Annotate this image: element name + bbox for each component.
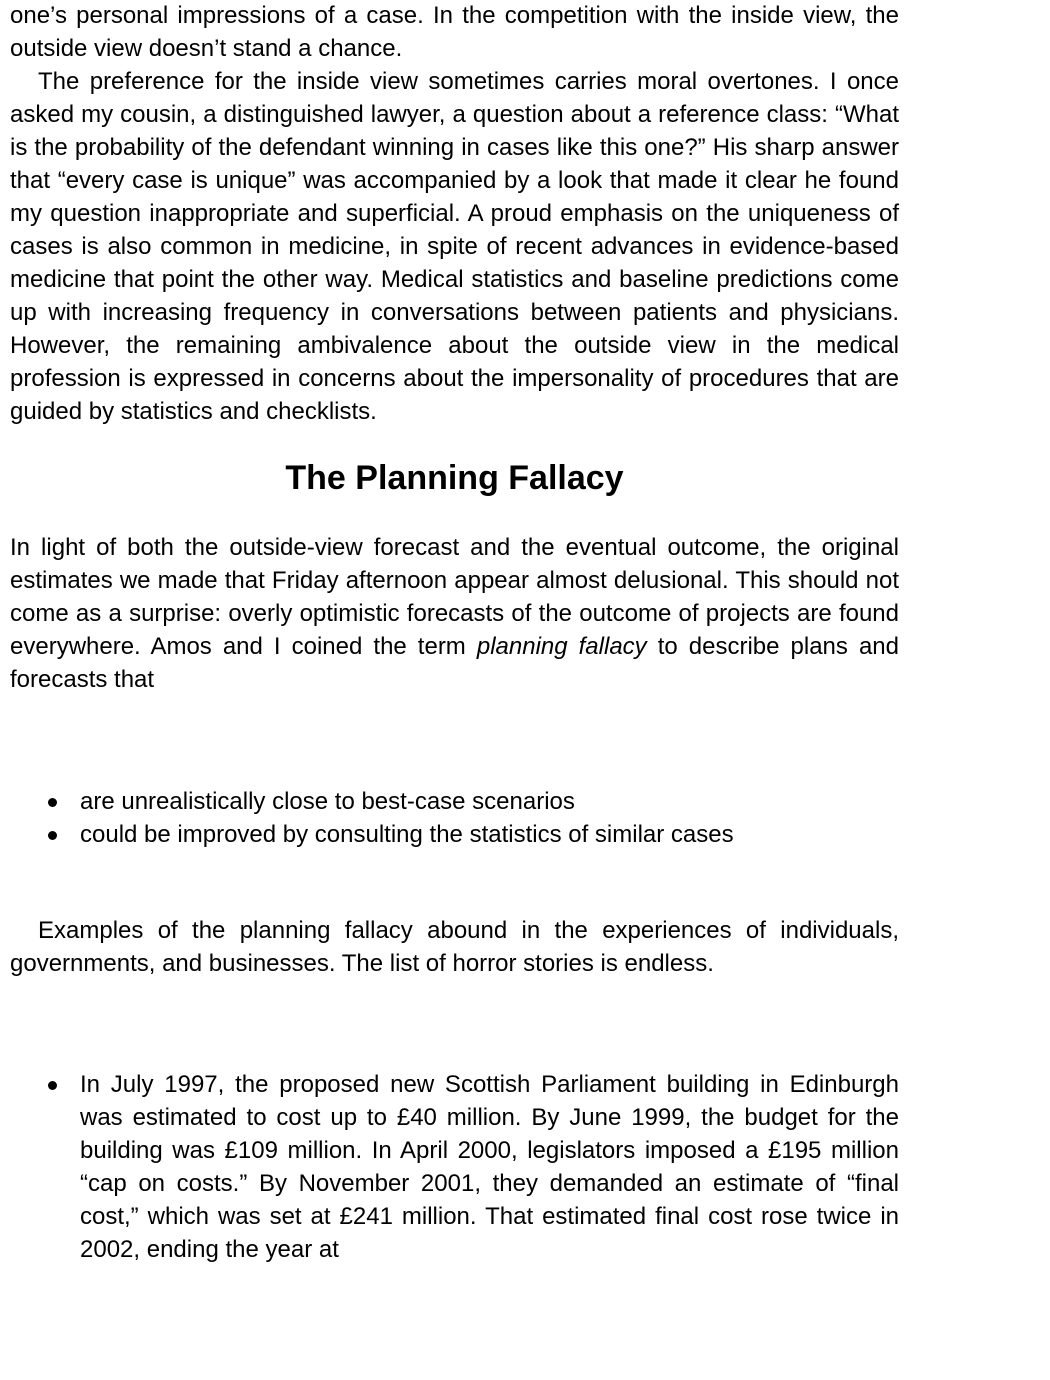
definition-bullet-list: are unrealistically close to best-case s… [10, 785, 899, 851]
example-bullet-list: In July 1997, the proposed new Scottish … [10, 1068, 899, 1266]
bullet-icon [48, 831, 57, 840]
bullet-icon [48, 798, 57, 807]
list-item-text: In July 1997, the proposed new Scottish … [80, 1071, 899, 1263]
list-item: In July 1997, the proposed new Scottish … [10, 1068, 899, 1266]
list-item-text: are unrealistically close to best-case s… [80, 788, 575, 815]
continued-paragraph: one’s personal impressions of a case. In… [10, 2, 899, 62]
section-heading: The Planning Fallacy [285, 459, 624, 497]
list-item: could be improved by consulting the stat… [10, 818, 899, 851]
planning-fallacy-paragraph: In light of both the outside-view foreca… [10, 531, 899, 696]
examples-paragraph: Examples of the planning fallacy abound … [10, 917, 899, 977]
document-page: one’s personal impressions of a case. In… [10, 0, 899, 1266]
bullet-icon [48, 1081, 57, 1090]
moral-overtones-paragraph: The preference for the inside view somet… [10, 68, 899, 425]
list-item-text: could be improved by consulting the stat… [80, 821, 734, 848]
list-item: are unrealistically close to best-case s… [10, 785, 899, 818]
planning-fallacy-term: planning fallacy [476, 633, 647, 660]
